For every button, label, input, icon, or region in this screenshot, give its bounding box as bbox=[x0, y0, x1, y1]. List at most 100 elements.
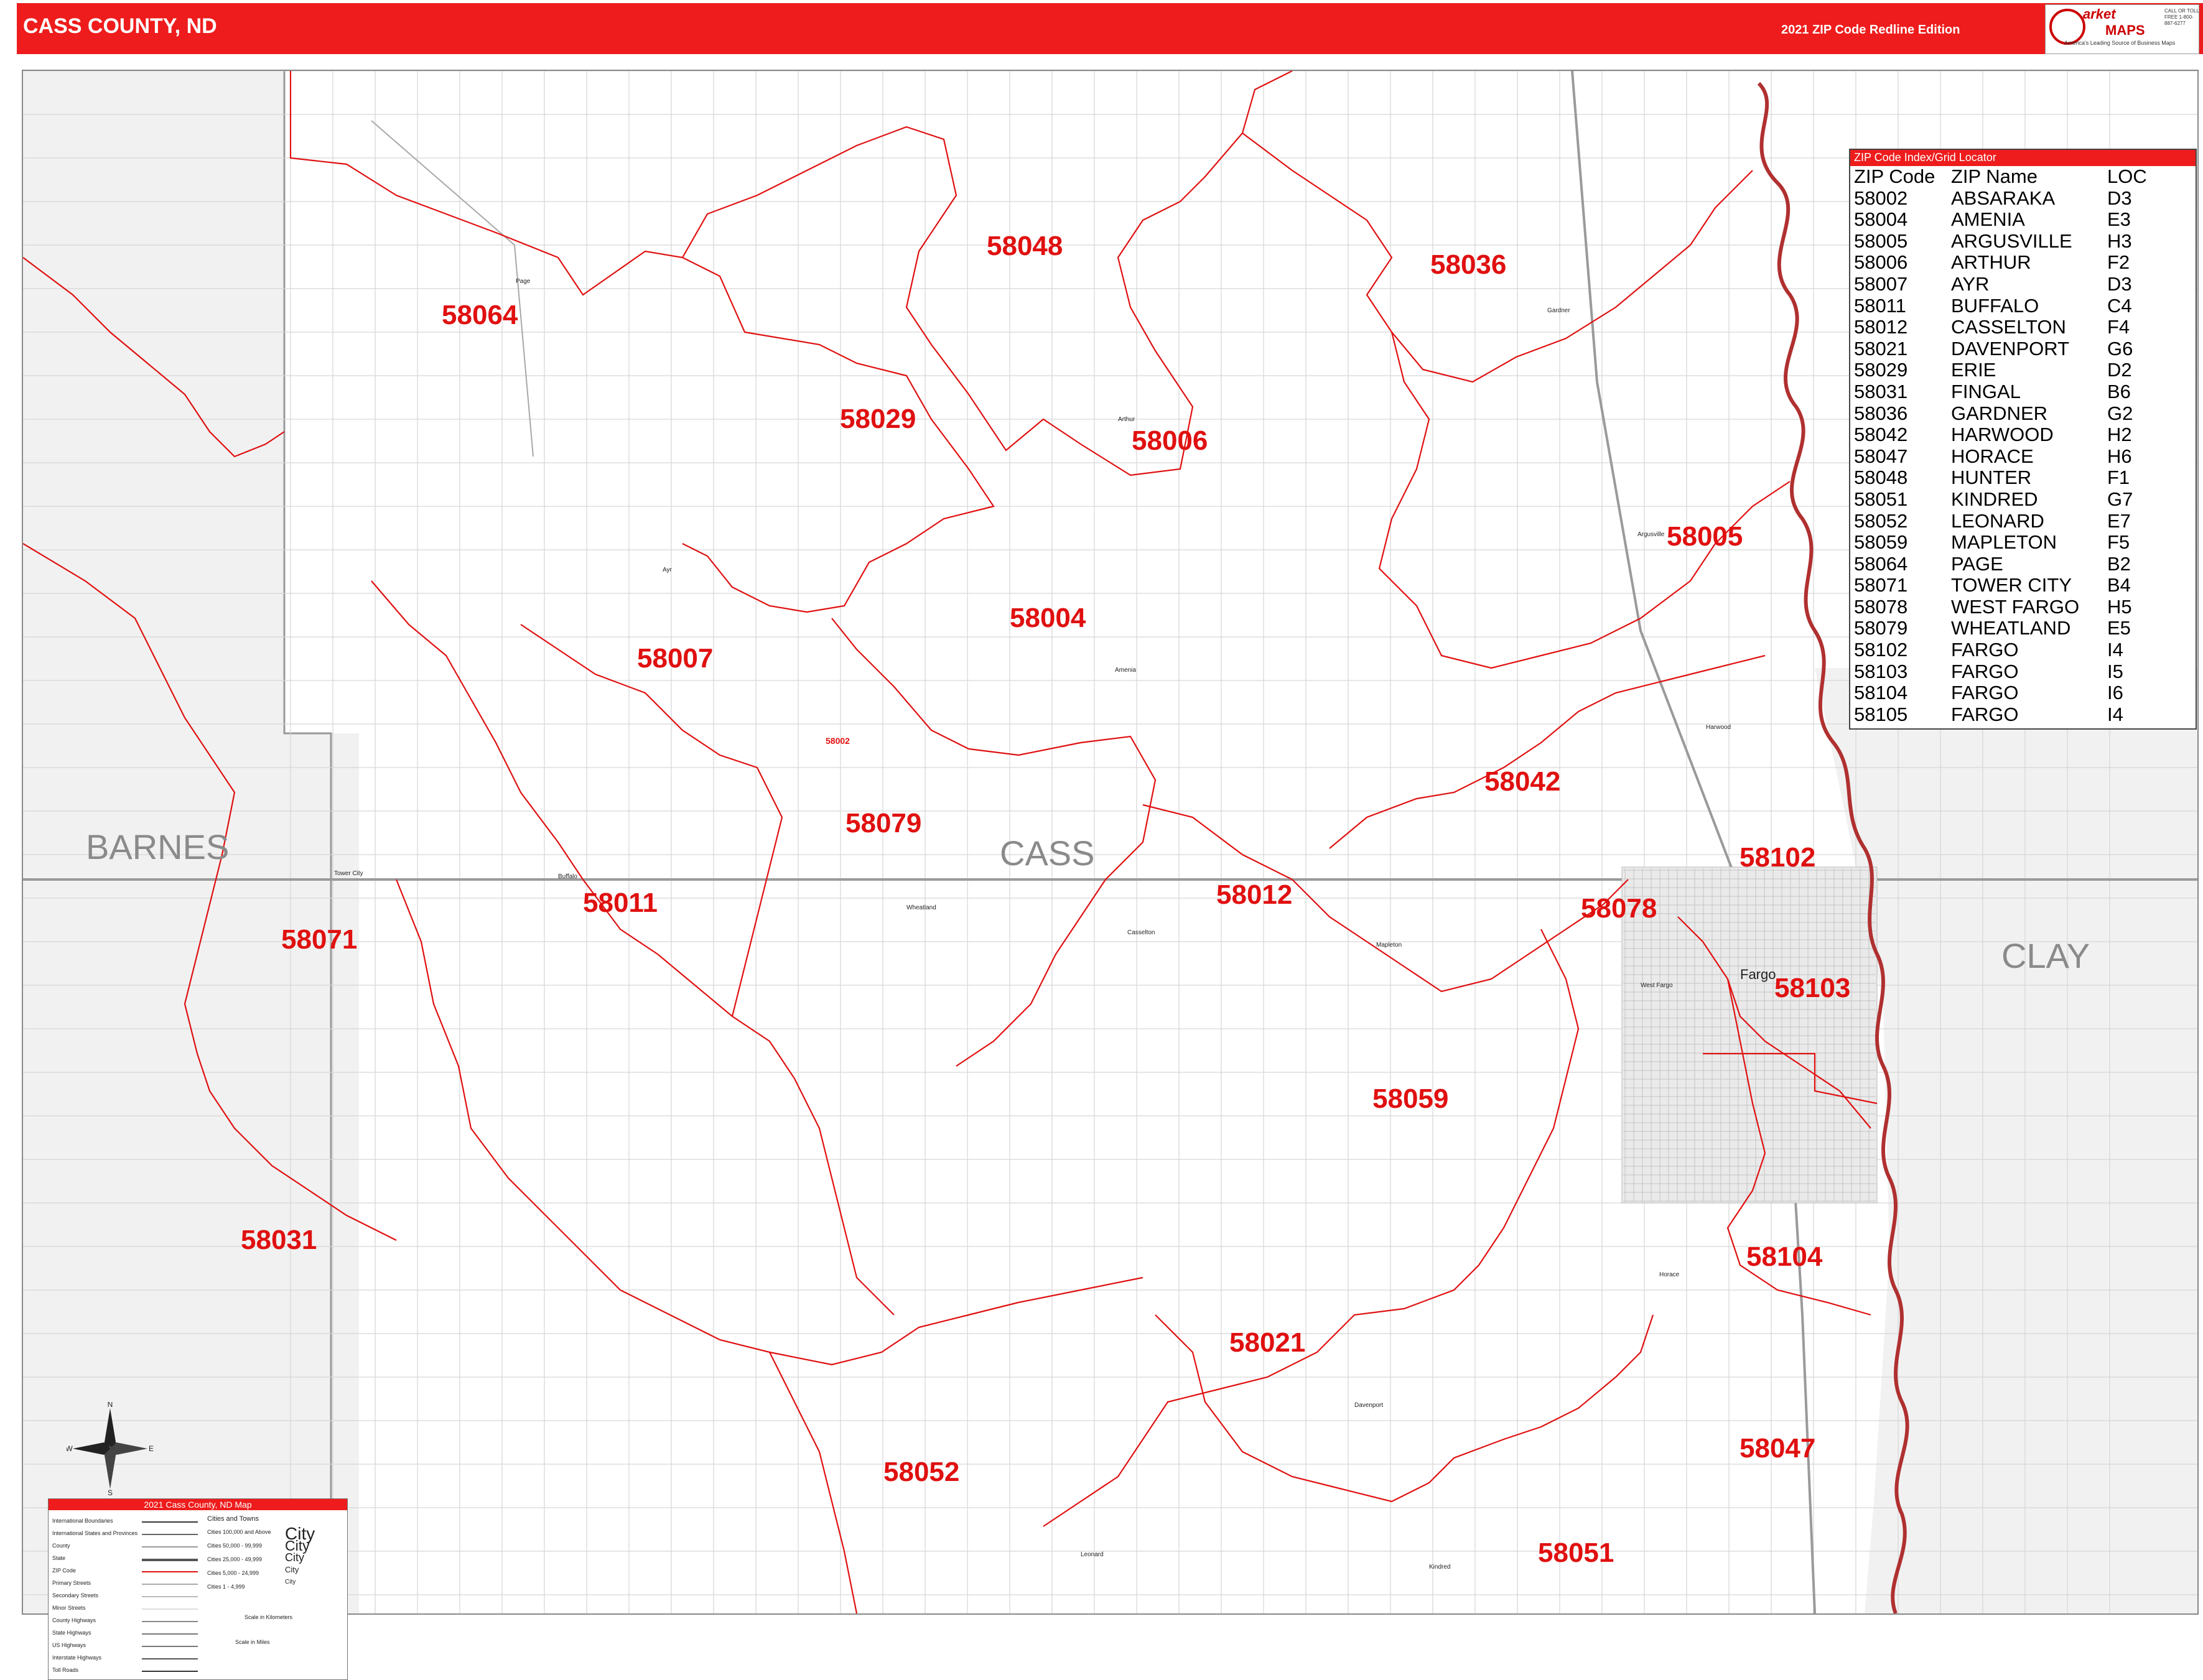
zip-index-zip-name: MAPLETON bbox=[1951, 531, 2057, 554]
header-loc: LOC bbox=[2107, 165, 2147, 187]
zip-label-58042: 58042 bbox=[1484, 766, 1561, 797]
zip-label-58011: 58011 bbox=[583, 888, 658, 918]
zip-index-zip-name: WEST FARGO bbox=[1951, 595, 2080, 618]
zip-index-zip-name: HUNTER bbox=[1951, 466, 2032, 489]
legend-city-class: Cities 50,000 - 99,999 bbox=[207, 1543, 263, 1549]
city-label-west-fargo: West Fargo bbox=[1641, 982, 1673, 989]
zip-index-zip-code: 58052 bbox=[1854, 509, 1908, 532]
zip-index-zip-code: 58021 bbox=[1854, 337, 1908, 360]
zip-label-58036: 58036 bbox=[1430, 249, 1507, 280]
zip-index-zip-name: ERIE bbox=[1951, 359, 1996, 381]
zip-index-row: 58005 ARGUSVILLE H3 bbox=[1850, 230, 2196, 253]
zip-index-grid-loc: F4 bbox=[2107, 316, 2130, 338]
zip-index-zip-name: HARWOOD bbox=[1951, 424, 2054, 446]
zip-index-zip-name: FARGO bbox=[1951, 639, 2019, 661]
zip-label-58005: 58005 bbox=[1667, 521, 1743, 552]
zip-label-58031: 58031 bbox=[241, 1225, 317, 1255]
zip-index-grid-loc: H6 bbox=[2107, 445, 2132, 467]
city-label-leonard: Leonard bbox=[1081, 1551, 1104, 1558]
zip-index-table: ZIP Code ZIP Name LOC 58002 ABSARAKA D3 580… bbox=[1850, 165, 2196, 725]
zip-boundary bbox=[1329, 654, 1766, 849]
zip-index-grid-loc: G2 bbox=[2107, 402, 2133, 424]
zip-label-58004: 58004 bbox=[1010, 603, 1086, 633]
zip-index-zip-code: 58051 bbox=[1854, 488, 1908, 510]
logo-maps-text: MAPS bbox=[2105, 22, 2145, 38]
zip-index-grid-loc: I4 bbox=[2107, 639, 2123, 661]
zip-index-row: 58079 WHEATLAND E5 bbox=[1850, 618, 2196, 639]
zip-index-zip-name: WHEATLAND bbox=[1951, 617, 2071, 639]
legend-item: County Highways bbox=[52, 1617, 96, 1623]
zip-index-zip-code: 58006 bbox=[1854, 251, 1908, 274]
legend-cities-header: Cities and Towns bbox=[207, 1515, 259, 1523]
zip-label-58104: 58104 bbox=[1746, 1241, 1823, 1272]
map-frame[interactable]: 58064 58048 58036 58029 58006 58005 5800… bbox=[22, 70, 2199, 1680]
zip-label-58071: 58071 bbox=[281, 924, 358, 955]
page-title: CASS COUNTY, ND bbox=[23, 14, 217, 38]
zip-boundary bbox=[371, 580, 895, 1316]
legend-item: US Highways bbox=[52, 1642, 86, 1648]
legend-item: International Boundaries bbox=[52, 1518, 113, 1524]
zip-index-zip-name: FARGO bbox=[1951, 703, 2019, 725]
legend-scale-km: Scale in Kilometers bbox=[245, 1614, 293, 1620]
barnes-county-lower bbox=[284, 733, 359, 1613]
zip-label-58012: 58012 bbox=[1216, 879, 1293, 910]
zip-index-row: 58071 TOWER CITY B4 bbox=[1850, 575, 2196, 596]
logo-text: arket bbox=[2083, 6, 2116, 22]
zip-index-row: 58064 PAGE B2 bbox=[1850, 552, 2196, 575]
zip-index-grid-loc: H3 bbox=[2107, 230, 2132, 252]
zip-index-row: 58048 HUNTER F1 bbox=[1850, 467, 2196, 489]
zip-index-zip-code: 58004 bbox=[1854, 208, 1908, 231]
zip-index-row: 58103 FARGO I5 bbox=[1850, 661, 2196, 683]
legend-line-sample bbox=[142, 1521, 198, 1523]
legend-city-sample: City bbox=[285, 1565, 299, 1574]
header-bar: CASS COUNTY, ND 2021 ZIP Code Redline Ed… bbox=[17, 3, 2203, 54]
city-label-casselton: Casselton bbox=[1127, 929, 1155, 936]
legend-line-sample bbox=[142, 1646, 198, 1647]
zip-label-58048: 58048 bbox=[987, 231, 1063, 261]
zip-label-58006: 58006 bbox=[1132, 425, 1208, 456]
zip-index-zip-code: 58002 bbox=[1854, 187, 1908, 209]
city-label-ayr: Ayr bbox=[663, 567, 672, 573]
zip-index-grid-loc: B6 bbox=[2107, 380, 2131, 402]
zip-label-58021: 58021 bbox=[1229, 1327, 1306, 1358]
legend-city-class: Cities 5,000 - 24,999 bbox=[207, 1570, 259, 1576]
zip-index-row: 58052 LEONARD E7 bbox=[1850, 509, 2196, 532]
legend-line-sample bbox=[142, 1571, 198, 1572]
zip-index-grid-loc: H5 bbox=[2107, 595, 2132, 618]
legend-city-sample: City bbox=[285, 1551, 304, 1564]
zip-index-zip-name: FARGO bbox=[1951, 682, 2019, 704]
zip-index-row: 58047 HORACE H6 bbox=[1850, 445, 2196, 468]
zip-index-grid-loc: C4 bbox=[2107, 294, 2132, 317]
zip-index-row: 58102 FARGO I4 bbox=[1850, 639, 2196, 661]
zip-boundary bbox=[1043, 929, 1580, 1527]
zip-index-grid-loc: D3 bbox=[2107, 187, 2132, 209]
zip-index-row: 58031 FINGAL B6 bbox=[1850, 381, 2196, 403]
zip-index-title: ZIP Code Index/Grid Locator bbox=[1850, 150, 2196, 166]
zip-boundary bbox=[520, 624, 783, 1017]
city-label-mapleton: Mapleton bbox=[1376, 942, 1402, 949]
zip-index-zip-name: ABSARAKA bbox=[1951, 187, 2056, 209]
city-label-fargo: Fargo bbox=[1740, 967, 1776, 982]
zip-index-zip-code: 58105 bbox=[1854, 703, 1908, 725]
zip-index-row: 58002 ABSARAKA D3 bbox=[1850, 187, 2196, 210]
zip-index-row: 58011 BUFFALO C4 bbox=[1850, 295, 2196, 317]
zip-index-zip-name: ARGUSVILLE bbox=[1951, 230, 2072, 252]
zip-label-58064: 58064 bbox=[442, 300, 518, 330]
zip-index-grid-loc: I6 bbox=[2107, 682, 2123, 704]
legend-item: Minor Streets bbox=[52, 1605, 86, 1611]
zip-index-grid-loc: D3 bbox=[2107, 272, 2132, 295]
zip-index-row: 58051 KINDRED G7 bbox=[1850, 488, 2196, 511]
zip-index-zip-name: GARDNER bbox=[1951, 402, 2048, 424]
zip-index-zip-code: 58031 bbox=[1854, 380, 1908, 402]
legend-title: 2021 Cass County, ND Map bbox=[49, 1499, 347, 1510]
zip-index-grid-loc: G7 bbox=[2107, 488, 2133, 510]
zip-index-header-row: ZIP Code ZIP Name LOC bbox=[1850, 165, 2196, 188]
zip-index-zip-name: ARTHUR bbox=[1951, 251, 2031, 274]
zip-label-58029: 58029 bbox=[840, 404, 916, 434]
header-zip-name: ZIP Name bbox=[1951, 165, 2038, 187]
zip-label-58078: 58078 bbox=[1581, 893, 1657, 924]
zip-index-zip-code: 58048 bbox=[1854, 466, 1908, 489]
legend-line-sample bbox=[142, 1671, 198, 1672]
zip-index-zip-name: PAGE bbox=[1951, 552, 2003, 575]
zip-boundary bbox=[682, 71, 1293, 476]
